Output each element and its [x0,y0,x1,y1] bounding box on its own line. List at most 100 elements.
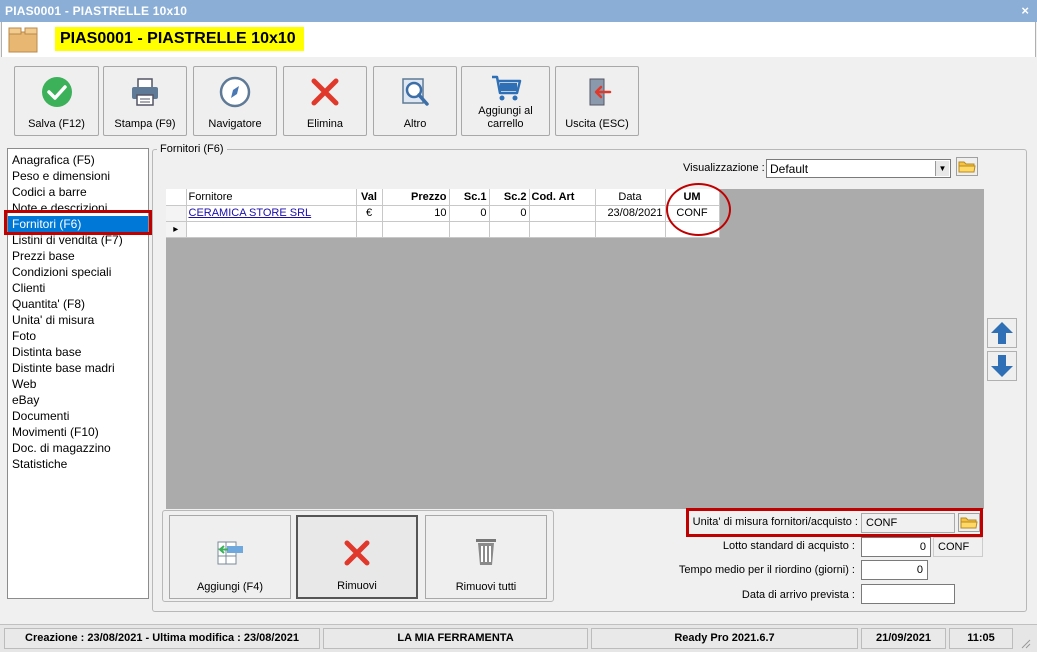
new-cell-val[interactable] [356,221,383,238]
other-label: Altro [403,118,427,130]
document-title: PIAS0001 - PIASTRELLE 10x10 [55,27,304,51]
view-select[interactable]: Default ▼ [766,159,951,178]
nav-item-distinte-base-madri[interactable]: Distinte base madri [8,360,148,376]
um-field-highlight-box [686,508,983,537]
new-cell-data[interactable] [595,221,666,238]
row-indicator [166,205,187,222]
nav-item-distinta-base[interactable]: Distinta base [8,344,148,360]
folder-icon [958,161,976,173]
status-time: 11:05 [949,628,1013,649]
table-new-row[interactable]: ▸ [166,221,720,238]
new-cell-sc2[interactable] [489,221,530,238]
nav-item-statistiche[interactable]: Statistiche [8,456,148,472]
view-label: Visualizzazione : [683,162,765,174]
lot-unit: CONF [933,537,983,557]
trash-icon [476,539,496,565]
status-company: LA MIA FERRAMENTA [323,628,588,649]
nav-item-prezzi-base[interactable]: Prezzi base [8,248,148,264]
cell-cod-art[interactable] [529,205,596,222]
status-created: Creazione : 23/08/2021 - Ultima modifica… [4,628,320,649]
chevron-down-icon[interactable]: ▼ [935,161,949,176]
add-row-icon [217,541,243,565]
nav-item-codici-barre[interactable]: Codici a barre [8,184,148,200]
lot-field[interactable]: 0 [861,537,931,557]
cell-val[interactable]: € [356,205,383,222]
new-row-indicator-icon: ▸ [166,221,187,238]
add-to-cart-label-line1: Aggiungi al [478,105,533,117]
nav-item-quantita[interactable]: Quantita' (F8) [8,296,148,312]
navigator-button[interactable]: Navigatore [193,66,277,136]
nav-item-foto[interactable]: Foto [8,328,148,344]
remove-supplier-button[interactable]: Rimuovi [296,515,418,599]
reorder-label: Tempo medio per il riordino (giorni) : [678,564,855,576]
column-header-sc2[interactable]: Sc.2 [489,189,530,206]
document-header: PIAS0001 - PIASTRELLE 10x10 [1,22,1036,57]
nav-item-condizioni-speciali[interactable]: Condizioni speciali [8,264,148,280]
reorder-field[interactable]: 0 [861,560,928,580]
supplier-link[interactable]: CERAMICA STORE SRL [189,207,312,219]
check-icon [41,77,72,107]
other-button[interactable]: Altro [373,66,457,136]
nav-item-web[interactable]: Web [8,376,148,392]
group-title: Fornitori (F6) [157,143,227,155]
nav-item-peso-dimensioni[interactable]: Peso e dimensioni [8,168,148,184]
nav-item-unita-misura[interactable]: Unita' di misura [8,312,148,328]
save-button[interactable]: Salva (F12) [14,66,99,136]
remove-all-button[interactable]: Rimuovi tutti [425,515,547,599]
navigator-label: Navigatore [208,118,262,130]
table-row[interactable]: CERAMICA STORE SRL € 10 0 0 23/08/2021 C… [166,205,720,222]
cart-icon [491,75,521,101]
cell-sc2[interactable]: 0 [489,205,530,222]
nav-highlight-box [4,210,152,235]
status-app-version: Ready Pro 2021.6.7 [591,628,858,649]
column-header-val[interactable]: Val [356,189,383,206]
cell-data[interactable]: 23/08/2021 [595,205,666,222]
nav-item-clienti[interactable]: Clienti [8,280,148,296]
printer-icon [132,78,158,106]
print-button[interactable]: Stampa (F9) [103,66,187,136]
exit-button[interactable]: Uscita (ESC) [555,66,639,136]
row-indicator-header [166,189,187,206]
new-cell-cod-art[interactable] [529,221,596,238]
suppliers-grid[interactable]: Fornitore Val Prezzo Sc.1 Sc.2 Cod. Art … [166,189,984,509]
add-supplier-button[interactable]: Aggiungi (F4) [169,515,291,599]
view-folder-button[interactable] [956,157,978,176]
nav-item-documenti[interactable]: Documenti [8,408,148,424]
arrow-up-icon [991,322,1013,344]
column-header-prezzo[interactable]: Prezzo [382,189,450,206]
column-header-data[interactable]: Data [595,189,666,206]
arrival-date-field[interactable] [861,584,955,604]
status-date: 21/09/2021 [861,628,946,649]
resize-grip-icon[interactable] [1019,637,1031,649]
move-up-button[interactable] [987,318,1017,348]
cell-sc1[interactable]: 0 [449,205,490,222]
cell-fornitore[interactable]: CERAMICA STORE SRL [186,205,357,222]
new-cell-fornitore[interactable] [186,221,357,238]
delete-button[interactable]: Elimina [283,66,367,136]
new-cell-sc1[interactable] [449,221,490,238]
column-header-cod-art[interactable]: Cod. Art [529,189,596,206]
remove-supplier-label: Rimuovi [337,580,377,592]
add-to-cart-label-line2: carrello [487,118,524,130]
status-bar: Creazione : 23/08/2021 - Ultima modifica… [0,624,1037,652]
table-header-row: Fornitore Val Prezzo Sc.1 Sc.2 Cod. Art … [166,189,720,206]
nav-item-anagrafica[interactable]: Anagrafica (F5) [8,152,148,168]
print-label: Stampa (F9) [114,118,176,130]
new-cell-prezzo[interactable] [382,221,450,238]
x-icon [311,78,339,106]
add-to-cart-button[interactable]: Aggiungi al carrello [461,66,550,136]
move-down-button[interactable] [987,351,1017,381]
cell-prezzo[interactable]: 10 [382,205,450,222]
nav-item-ebay[interactable]: eBay [8,392,148,408]
close-icon[interactable]: × [1021,3,1029,18]
window-title: PIAS0001 - PIASTRELLE 10x10 [5,4,188,18]
nav-item-doc-magazzino[interactable]: Doc. di magazzino [8,440,148,456]
nav-item-movimenti[interactable]: Movimenti (F10) [8,424,148,440]
view-select-value: Default [770,162,809,176]
um-column-highlight [666,183,731,236]
column-header-sc1[interactable]: Sc.1 [449,189,490,206]
exit-door-icon [589,78,612,106]
x-icon [344,540,370,566]
add-to-cart-label: Aggiungi al carrello [462,105,549,131]
column-header-fornitore[interactable]: Fornitore [186,189,357,206]
